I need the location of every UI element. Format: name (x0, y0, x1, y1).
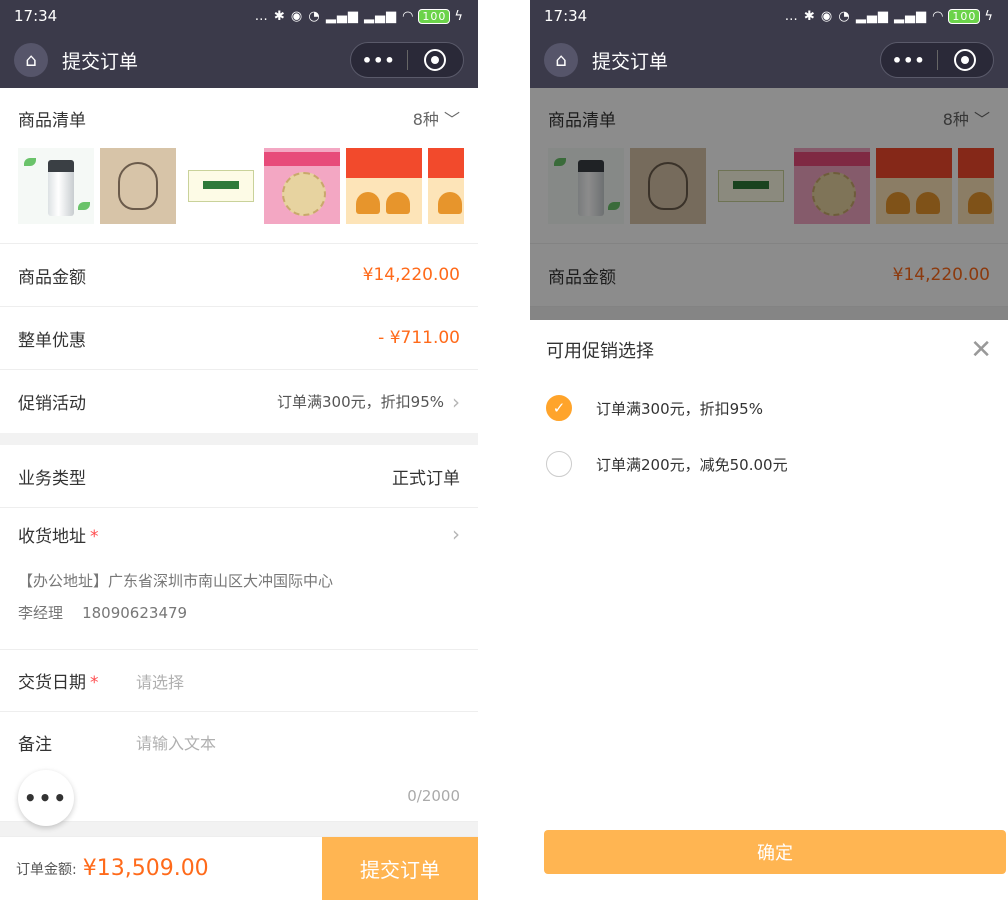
product-thumb-biscuit[interactable] (264, 148, 340, 224)
discount-value: - ¥711.00 (378, 328, 460, 348)
product-thumb-cake-2[interactable] (428, 148, 464, 224)
close-program-button[interactable] (938, 49, 994, 71)
goods-amount-row: 商品金额 ¥14,220.00 (0, 244, 478, 307)
goods-list-label: 商品清单 (18, 110, 86, 131)
address-block[interactable]: 收货地址 * › 【办公地址】广东省深圳市南山区大冲国际中心 李经理 180906… (0, 508, 478, 650)
mini-program-capsule: ••• (880, 42, 994, 78)
discount-label: 整单优惠 (18, 330, 86, 351)
promo-option-0[interactable]: ✓ 订单满300元，折扣95% (530, 380, 1008, 436)
battery-icon: 100 (418, 8, 451, 24)
biz-type-row: 业务类型 正式订单 (0, 445, 478, 508)
status-time: 17:34 (544, 7, 588, 25)
status-bar: 17:34 … ✱ ◉ ◔ ▂▄▆ ▂▄▆ ◠ 100 ϟ (530, 0, 1008, 32)
promo-select-screen: 17:34 … ✱ ◉ ◔ ▂▄▆ ▂▄▆ ◠ 100 ϟ ⌂ 提交订单 •••… (530, 0, 1008, 900)
note-input[interactable]: 请输入文本 (136, 730, 216, 755)
page-title: 提交订单 (592, 50, 669, 73)
home-icon[interactable]: ⌂ (544, 43, 578, 77)
radio-checked-icon[interactable]: ✓ (546, 395, 572, 421)
target-icon (424, 49, 447, 71)
promo-option-1[interactable]: 订单满200元，减免50.00元 (530, 436, 1008, 492)
required-mark: * (90, 527, 99, 547)
goods-list-header[interactable]: 商品清单 8种 ﹀ (0, 88, 478, 148)
bottom-bar: 订单金额: ¥13,509.00 提交订单 (0, 836, 478, 900)
status-time: 17:34 (14, 7, 58, 25)
nav-bar: ⌂ 提交订单 ••• (0, 32, 478, 88)
contact-phone: 18090623479 (82, 604, 188, 622)
goods-amount-value: ¥14,220.00 (362, 265, 460, 285)
biz-type-label: 业务类型 (18, 468, 86, 489)
delivery-date-label: 交货日期 (18, 673, 86, 693)
more-button[interactable]: ••• (351, 51, 407, 70)
product-thumb-cake[interactable] (346, 148, 422, 224)
delivery-date-picker[interactable]: 请选择 (136, 669, 184, 693)
note-counter: 0/2000 (407, 787, 460, 805)
goods-card: 商品清单 8种 ﹀ 商品金额 ¥14,220.00 整单优惠 - ¥711.00… (0, 88, 478, 433)
required-mark: * (90, 673, 99, 693)
biz-type-value: 正式订单 (392, 468, 460, 489)
order-screen: 17:34 … ✱ ◉ ◔ ▂▄▆ ▂▄▆ ◠ 100 ϟ ⌂ 提交订单 •••… (0, 0, 478, 900)
delivery-date-row[interactable]: 交货日期 * 请选择 (0, 650, 478, 712)
chevron-down-icon: ﹀ (443, 110, 460, 129)
address-line: 【办公地址】广东省深圳市南山区大冲国际中心 (18, 572, 334, 590)
promo-selection-sheet: 可用促销选择 ✕ ✓ 订单满300元，折扣95% 订单满200元，减免50.00… (530, 320, 1008, 900)
note-label: 备注 (18, 735, 52, 755)
order-total-value: ¥13,509.00 (82, 856, 209, 881)
status-bar: 17:34 … ✱ ◉ ◔ ▂▄▆ ▂▄▆ ◠ 100 ϟ (0, 0, 478, 32)
confirm-button[interactable]: 确定 (544, 830, 1006, 874)
order-total-label: 订单金额: (16, 861, 77, 878)
submit-order-button[interactable]: 提交订单 (322, 836, 478, 900)
modal-overlay[interactable] (530, 88, 1008, 320)
contact-name: 李经理 (18, 604, 64, 622)
close-program-button[interactable] (408, 49, 464, 71)
radio-unchecked-icon[interactable] (546, 451, 572, 477)
discount-row: 整单优惠 - ¥711.00 (0, 307, 478, 370)
product-thumb-purifier[interactable] (18, 148, 94, 224)
promo-label: 促销活动 (18, 394, 86, 414)
more-button[interactable]: ••• (881, 51, 937, 70)
nav-bar: ⌂ 提交订单 ••• (530, 32, 1008, 88)
goods-thumbnails[interactable] (0, 148, 478, 244)
goods-count: 8种 (412, 110, 439, 129)
home-icon[interactable]: ⌂ (14, 43, 48, 77)
mini-program-capsule: ••• (350, 42, 464, 78)
promo-row[interactable]: 促销活动 订单满300元，折扣95% › (0, 370, 478, 433)
target-icon (954, 49, 977, 71)
close-icon[interactable]: ✕ (970, 335, 992, 365)
page-title: 提交订单 (62, 50, 139, 73)
product-thumb-medicine-box[interactable] (182, 148, 258, 224)
sheet-title: 可用促销选择 (546, 341, 654, 362)
chevron-right-icon: › (452, 522, 460, 546)
address-label: 收货地址 (18, 527, 86, 547)
chevron-right-icon: › (452, 389, 460, 414)
section-gap (0, 433, 478, 445)
promo-option-label: 订单满300元，折扣95% (596, 399, 763, 418)
floating-more-button[interactable]: ••• (18, 770, 74, 826)
goods-amount-label: 商品金额 (18, 267, 86, 288)
status-icons: … ✱ ◉ ◔ ▂▄▆ ▂▄▆ ◠ 100 ϟ (784, 8, 994, 24)
status-icons: … ✱ ◉ ◔ ▂▄▆ ▂▄▆ ◠ 100 ϟ (254, 8, 464, 24)
battery-icon: 100 (948, 8, 981, 24)
product-thumb-sketch[interactable] (100, 148, 176, 224)
promo-value: 订单满300元，折扣95% (277, 393, 444, 411)
promo-option-label: 订单满200元，减免50.00元 (596, 455, 788, 474)
